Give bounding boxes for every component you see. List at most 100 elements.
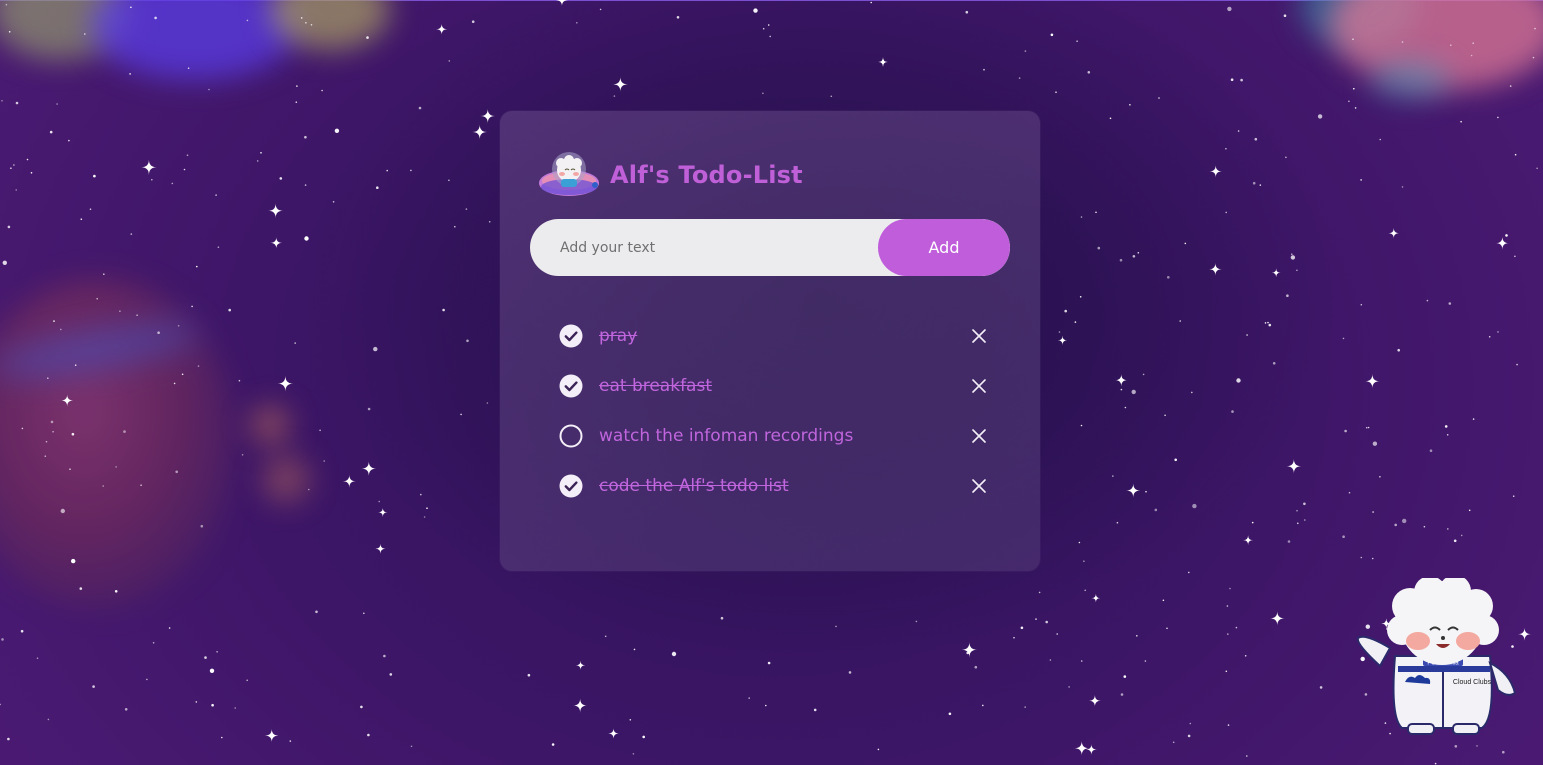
star	[1116, 521, 1119, 524]
star	[114, 590, 118, 593]
star	[136, 314, 138, 317]
star	[195, 701, 198, 703]
star	[1038, 591, 1041, 594]
star	[84, 33, 86, 35]
star	[1244, 655, 1247, 657]
todo-item[interactable]: eat breakfast	[559, 361, 999, 411]
star	[1360, 556, 1363, 559]
star	[10, 167, 12, 169]
star	[296, 85, 298, 87]
empty-circle-icon[interactable]	[559, 424, 583, 448]
star	[642, 735, 645, 739]
star	[551, 743, 555, 746]
todo-input[interactable]	[530, 219, 875, 276]
star	[1236, 378, 1241, 383]
star	[196, 265, 198, 268]
sparkle-star	[375, 543, 386, 554]
star	[767, 24, 770, 26]
star	[676, 15, 680, 19]
star	[102, 485, 104, 487]
star	[157, 331, 160, 335]
todo-item[interactable]: pray	[559, 311, 999, 361]
star	[1476, 745, 1478, 747]
close-icon[interactable]	[972, 379, 986, 393]
star	[389, 673, 393, 676]
star	[1342, 535, 1345, 538]
alf-spaceship-icon	[539, 152, 599, 196]
star	[56, 103, 58, 105]
star	[315, 610, 318, 614]
star	[1167, 276, 1170, 279]
todo-text: eat breakfast	[599, 376, 712, 396]
sparkle-star	[361, 461, 377, 476]
star	[426, 507, 428, 510]
star	[60, 508, 65, 514]
star	[1119, 258, 1123, 262]
star	[1095, 211, 1097, 214]
star	[60, 328, 62, 331]
star	[295, 101, 298, 103]
star	[140, 484, 142, 487]
star	[1172, 741, 1175, 744]
check-circle-icon[interactable]	[559, 374, 583, 398]
star	[420, 493, 422, 496]
star	[1024, 706, 1026, 708]
star	[1097, 246, 1101, 250]
star	[310, 24, 313, 26]
star	[1124, 406, 1127, 409]
star	[191, 305, 193, 308]
todo-text: code the Alf's todo list	[599, 476, 789, 496]
star	[454, 225, 456, 228]
star	[1, 638, 4, 641]
star	[835, 625, 837, 628]
star	[208, 88, 210, 91]
sparkle-star	[342, 474, 356, 488]
close-icon[interactable]	[972, 329, 986, 343]
check-circle-icon[interactable]	[559, 474, 583, 498]
star	[1192, 503, 1197, 509]
star	[1246, 755, 1248, 757]
star	[383, 654, 386, 658]
star	[360, 705, 363, 709]
sparkle-star	[1270, 611, 1285, 626]
todo-item[interactable]: watch the infoman recordings	[559, 411, 999, 461]
star	[1240, 78, 1243, 82]
sparkle-star	[1091, 593, 1101, 603]
star	[1297, 522, 1299, 525]
star	[1229, 587, 1231, 590]
close-icon[interactable]	[972, 479, 986, 493]
star	[1352, 38, 1354, 40]
star	[1231, 410, 1234, 413]
star	[1226, 605, 1229, 607]
star	[410, 169, 412, 172]
star	[965, 10, 969, 14]
check-circle-icon[interactable]	[559, 324, 583, 348]
star	[68, 139, 70, 142]
star	[769, 35, 771, 38]
star	[1064, 309, 1067, 313]
star	[1502, 750, 1505, 754]
star	[279, 177, 283, 180]
add-todo-form: Add	[530, 219, 1010, 276]
star	[1, 100, 3, 102]
star	[1532, 56, 1535, 59]
star	[1050, 33, 1054, 37]
sparkle-star	[613, 77, 628, 92]
star	[1191, 391, 1193, 394]
star	[71, 558, 76, 564]
star	[1189, 722, 1192, 725]
star	[79, 587, 83, 590]
add-button[interactable]: Add	[878, 219, 1010, 276]
star	[1058, 331, 1061, 333]
star	[26, 158, 29, 161]
close-icon[interactable]	[972, 429, 986, 443]
sparkle-star	[555, 0, 568, 7]
star	[813, 708, 817, 712]
star	[289, 740, 292, 742]
todo-item[interactable]: code the Alf's todo list	[559, 461, 999, 511]
star	[632, 753, 635, 755]
star	[1394, 523, 1397, 527]
sparkle-star	[961, 642, 978, 658]
sparkle-star	[1115, 374, 1128, 387]
star	[1020, 626, 1024, 630]
